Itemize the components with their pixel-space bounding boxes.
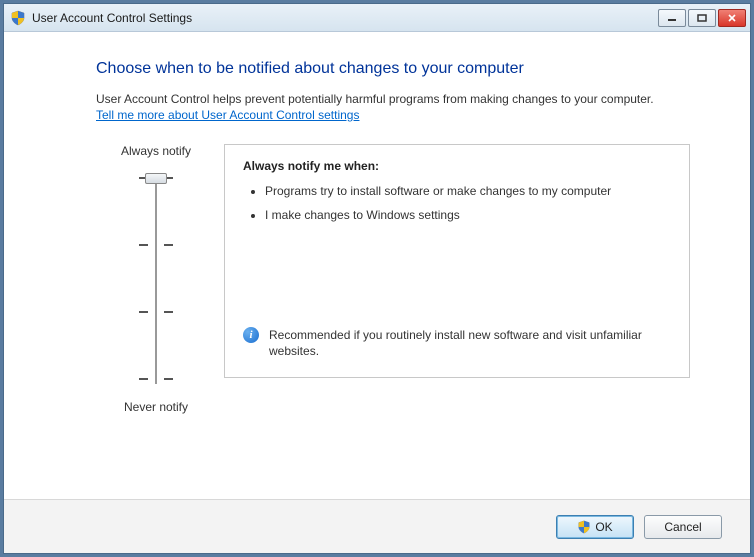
minimize-button[interactable] [658, 9, 686, 27]
notification-slider[interactable]: Always notify Never notify [96, 144, 216, 414]
cancel-button-label: Cancel [664, 520, 701, 534]
maximize-icon [697, 14, 707, 22]
list-item: Programs try to install software or make… [265, 183, 671, 199]
content-area: Choose when to be notified about changes… [4, 32, 750, 553]
titlebar[interactable]: User Account Control Settings [4, 4, 750, 32]
shield-icon [577, 520, 591, 534]
close-icon [727, 14, 737, 22]
page-heading: Choose when to be notified about changes… [96, 60, 690, 78]
maximize-button[interactable] [688, 9, 716, 27]
detail-title: Always notify me when: [243, 159, 671, 173]
shield-icon [10, 10, 26, 26]
ok-button[interactable]: OK [556, 515, 634, 539]
learn-more-link[interactable]: Tell me more about User Account Control … [96, 108, 359, 122]
detail-list: Programs try to install software or make… [243, 183, 671, 223]
uac-settings-window: User Account Control Settings Choose whe… [3, 3, 751, 554]
notification-detail-box: Always notify me when: Programs try to i… [224, 144, 690, 378]
description-text: User Account Control helps prevent poten… [96, 92, 690, 106]
minimize-icon [667, 14, 677, 22]
window-title: User Account Control Settings [32, 11, 658, 25]
recommendation-text: Recommended if you routinely install new… [269, 327, 671, 359]
close-button[interactable] [718, 9, 746, 27]
slider-thumb[interactable] [145, 173, 167, 184]
list-item: I make changes to Windows settings [265, 207, 671, 223]
slider-label-bottom: Never notify [96, 400, 216, 414]
ok-button-label: OK [595, 520, 612, 534]
recommendation-row: i Recommended if you routinely install n… [243, 327, 671, 359]
info-icon: i [243, 327, 259, 343]
slider-label-top: Always notify [96, 144, 216, 158]
footer-bar: OK Cancel [4, 499, 750, 553]
cancel-button[interactable]: Cancel [644, 515, 722, 539]
slider-track[interactable] [126, 174, 186, 384]
